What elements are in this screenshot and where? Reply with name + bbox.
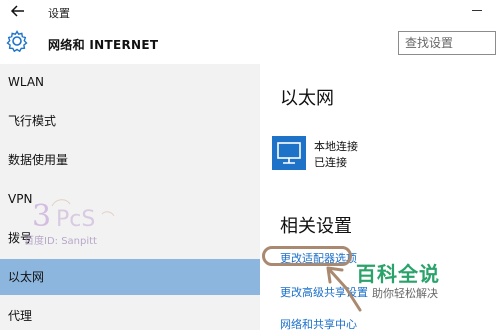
gear-icon — [6, 30, 28, 53]
sidebar-item-vpn[interactable]: VPN — [0, 181, 260, 217]
watermark-text: 百度ID: Sanpitt — [24, 236, 97, 247]
search-input[interactable] — [398, 31, 496, 55]
ethernet-title: 以太网 — [280, 88, 334, 109]
brand-title: 百科全说 — [356, 262, 440, 286]
sidebar-item-wlan[interactable]: WLAN — [0, 64, 260, 100]
window-title: 设置 — [48, 7, 70, 20]
brand-subtitle: 助你轻松解决 — [372, 287, 438, 300]
connection-status: 已连接 — [314, 156, 347, 169]
minimize-icon[interactable] — [460, 0, 492, 20]
connection-name[interactable]: 本地连接 — [314, 138, 358, 154]
sidebar-item-proxy[interactable]: 代理 — [0, 298, 260, 334]
sidebar-item-ethernet[interactable]: 以太网 — [0, 259, 260, 295]
monitor-network-icon[interactable] — [272, 136, 306, 170]
related-settings-title: 相关设置 — [280, 216, 352, 237]
title-bar: 设置 — [0, 0, 500, 24]
sidebar-item-airplane-mode[interactable]: 飞行模式 — [0, 103, 260, 139]
sidebar-item-data-usage[interactable]: 数据使用量 — [0, 142, 260, 178]
page-title: 网络和 INTERNET — [48, 38, 159, 52]
back-arrow-icon[interactable] — [8, 1, 30, 21]
